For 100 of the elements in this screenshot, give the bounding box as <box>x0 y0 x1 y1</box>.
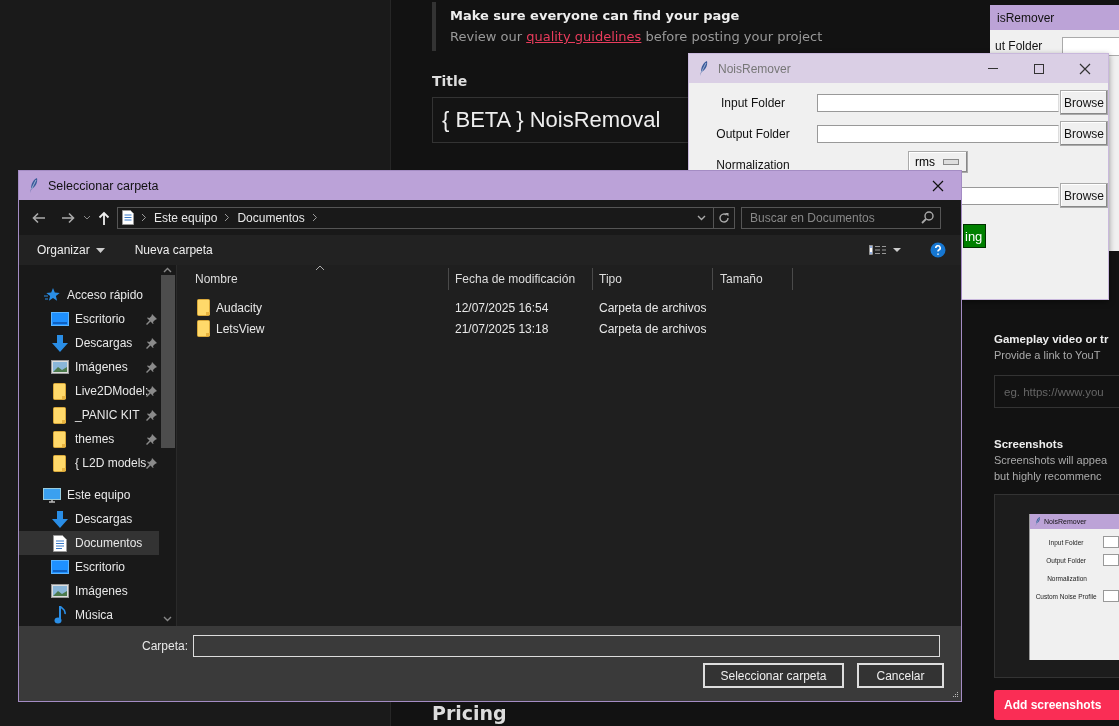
nav-item[interactable]: Documentos <box>19 531 159 555</box>
close-icon[interactable] <box>932 179 944 192</box>
nav-item[interactable]: Escritorio <box>19 307 159 331</box>
search-field[interactable]: Buscar en Documentos <box>741 206 941 229</box>
feather-icon <box>699 61 709 76</box>
feather-icon <box>29 178 39 193</box>
nav-item[interactable]: Este equipo <box>19 483 159 507</box>
history-dropdown[interactable] <box>82 215 92 220</box>
scroll-down-icon[interactable] <box>163 616 172 622</box>
feather-icon <box>1035 517 1041 526</box>
help-icon[interactable] <box>930 242 946 258</box>
table-cell: Carpeta de archivos <box>599 300 707 315</box>
browse-button[interactable]: Browse <box>1060 121 1108 146</box>
title-field[interactable]: { BETA } NoisRemoval <box>432 97 688 143</box>
input-field[interactable] <box>1062 36 1119 56</box>
nav-item[interactable]: Escritorio <box>19 555 159 579</box>
address-bar[interactable]: Este equipo Documentos <box>117 206 735 229</box>
folder-icon <box>53 406 67 424</box>
field-label: ut Folder <box>995 39 1043 53</box>
refresh-icon[interactable] <box>718 211 730 224</box>
view-options-button[interactable] <box>869 245 901 255</box>
input-field[interactable] <box>817 93 1059 112</box>
option-menu[interactable]: rms <box>908 150 968 173</box>
nav-item[interactable]: Imágenes <box>19 579 159 603</box>
organize-menu[interactable]: Organizar <box>37 243 105 257</box>
close-icon[interactable] <box>1079 62 1091 75</box>
folder-icon <box>53 454 67 472</box>
forward-button[interactable] <box>60 211 76 224</box>
field-label: Output Folder <box>715 126 791 141</box>
image-icon <box>51 360 69 374</box>
add-screenshots-button[interactable]: Add screenshots <box>994 690 1119 720</box>
column-header[interactable]: Nombre <box>177 268 449 290</box>
notice-text: Review our quality guidelines before posting your project <box>450 28 824 46</box>
file-row[interactable]: Audacity 12/07/2025 16:54 Carpeta de archivos <box>177 297 961 318</box>
column-header[interactable]: Tamaño <box>713 268 793 290</box>
image-icon <box>51 584 69 598</box>
window-title: isRemover <box>997 10 1055 25</box>
folder-icon <box>197 320 211 337</box>
select-folder-button[interactable]: Seleccionar carpeta <box>703 663 844 688</box>
section-heading: Screenshots <box>994 437 1064 452</box>
scroll-up-icon[interactable] <box>163 267 172 273</box>
column-header[interactable]: Tipo <box>593 268 713 290</box>
table-cell: Carpeta de archivos <box>599 321 707 336</box>
breadcrumb-item[interactable]: Documentos <box>237 210 305 225</box>
file-name: LetsView <box>216 321 265 336</box>
breadcrumb-item[interactable]: Este equipo <box>154 210 218 225</box>
file-name: Audacity <box>216 300 263 315</box>
nav-item[interactable]: Descargas <box>19 507 159 531</box>
input-field <box>1103 554 1119 566</box>
new-folder-button[interactable]: Nueva carpeta <box>134 243 213 257</box>
field-label: Normalization <box>715 157 791 172</box>
section-heading: Gameplay video or tr <box>994 332 1109 347</box>
monitor-icon <box>51 560 69 574</box>
dropdown-icon[interactable] <box>697 214 706 221</box>
input-field[interactable] <box>817 124 1059 143</box>
browse-button[interactable]: Browse <box>1060 183 1108 208</box>
download-icon <box>52 510 68 528</box>
nav-item[interactable]: { L2D models <box>19 451 159 475</box>
maximize-icon[interactable] <box>1034 63 1044 74</box>
guidelines-link[interactable]: quality guidelines <box>526 29 642 44</box>
window-title: Seleccionar carpeta <box>48 178 159 193</box>
nav-item[interactable]: _PANIC KIT <box>19 403 159 427</box>
up-button[interactable] <box>97 210 111 225</box>
browse-button[interactable]: Browse <box>1060 90 1108 115</box>
chevron-icon <box>141 213 147 222</box>
folder-name-field[interactable] <box>193 635 940 657</box>
scrollbar-thumb[interactable] <box>160 275 175 448</box>
field-label: Input Folder <box>719 95 786 110</box>
nav-item[interactable]: Imágenes <box>19 355 159 379</box>
column-header[interactable]: Fecha de modificación <box>449 268 593 290</box>
caret-icon <box>95 247 105 253</box>
window-title: NoisRemover <box>718 61 791 76</box>
document-icon <box>122 210 134 225</box>
nav-item[interactable]: Live2DModel: <box>19 379 159 403</box>
field-label: Title <box>432 73 468 89</box>
chevron-icon <box>311 213 318 222</box>
nav-item[interactable]: Acceso rápido <box>19 283 159 307</box>
document-icon <box>53 534 67 552</box>
folder-icon <box>53 382 67 400</box>
file-row[interactable]: LetsView 21/07/2025 13:18 Carpeta de archivos <box>177 318 961 339</box>
back-button[interactable] <box>31 211 47 224</box>
nav-item[interactable]: Música <box>19 603 159 627</box>
field-hint: Screenshots will appea <box>994 453 1108 468</box>
nav-item[interactable]: themes <box>19 427 159 451</box>
music-note-icon <box>54 606 66 624</box>
input-field[interactable] <box>961 186 1059 205</box>
folder-icon <box>53 430 67 448</box>
chevron-icon <box>224 213 231 222</box>
folder-icon <box>197 299 211 316</box>
menu-indicator-icon <box>943 158 959 165</box>
field-hint: Provide a link to YouT <box>994 348 1101 363</box>
computer-icon <box>43 487 61 503</box>
start-button[interactable]: ing <box>963 224 986 248</box>
section-heading: Pricing <box>432 702 507 724</box>
search-icon <box>921 211 934 224</box>
nav-item[interactable]: Descargas <box>19 331 159 355</box>
input-field <box>1103 590 1119 602</box>
resize-grip-icon[interactable] <box>951 691 959 699</box>
notice-heading: Make sure everyone can find your page <box>450 7 741 25</box>
cancel-button[interactable]: Cancelar <box>857 663 944 688</box>
